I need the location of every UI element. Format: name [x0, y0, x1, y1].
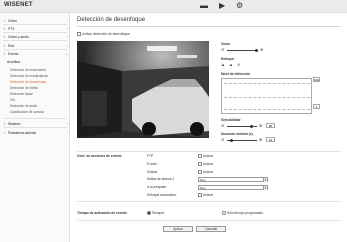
zoom-slider-handle[interactable] [255, 48, 258, 52]
sensitivity-value[interactable]: 80 [266, 123, 275, 128]
chevron-down-icon: ▾ [263, 186, 267, 190]
section-divider [77, 201, 341, 202]
focus-far-icon[interactable]: ▲ [229, 62, 233, 67]
enable-checkbox[interactable] [77, 32, 81, 36]
zoom-label: Zoom [221, 42, 230, 46]
chevron-right-icon: › [66, 35, 68, 39]
sidebar-subitem[interactable]: Detección de niebla [10, 86, 38, 90]
sidebar-item-open-platform[interactable]: ▪ Plataforma abierta › [4, 131, 68, 135]
sidebar-subitem[interactable]: Detección de movimiento [10, 68, 46, 72]
divider [3, 24, 67, 25]
video-preview[interactable] [77, 41, 209, 138]
activation-time-label: Tiempo de activación de evento [77, 211, 127, 215]
section-divider [77, 220, 341, 221]
alarm-output-select[interactable]: Des ▾ [198, 177, 268, 182]
ftp-value: Activar [203, 154, 214, 158]
level-bottom-value[interactable]: 0 [313, 104, 320, 109]
chevron-right-icon: › [66, 19, 68, 23]
zoom-out-icon[interactable]: ⊖ [221, 47, 224, 52]
enable-label: Activar detección de desenfoque [82, 32, 130, 36]
email-label: E-mail [147, 162, 157, 166]
divider [3, 127, 67, 128]
duration-minus-icon[interactable]: ⊖ [221, 137, 224, 142]
divider [3, 118, 67, 119]
divider [3, 49, 67, 50]
focus-label: Enfoque [221, 57, 235, 61]
chevron-right-icon: › [66, 122, 68, 126]
ftp-label: FTP [147, 154, 154, 158]
sensitivity-slider-handle[interactable] [250, 124, 253, 128]
zoom-in-icon[interactable]: ⊕ [260, 47, 263, 52]
sidebar-item-network[interactable]: ▪ Red › [4, 44, 68, 48]
chevron-right-icon: › [66, 131, 68, 135]
sidebar-subitem[interactable]: Clasificación de sonidos [10, 110, 44, 114]
zoom-slider[interactable] [227, 50, 257, 51]
alarm-output-label: Salida de alarma 1 [147, 177, 175, 181]
sensitivity-plus-icon[interactable]: ⊕ [259, 123, 262, 128]
sidebar-subitem[interactable]: Detección de manipulación [10, 74, 48, 78]
top-bar: WISENET ▬ ▶ ⚙ [0, 0, 347, 13]
always-label: Siempre [152, 211, 165, 215]
record-value: Activar [203, 170, 214, 174]
focus-auto-icon[interactable]: ✕ [237, 62, 240, 67]
detection-level-graph [221, 78, 312, 114]
level-top-value[interactable]: 100 [313, 77, 320, 82]
record-label: Grabar [147, 170, 158, 174]
sidebar-subheader-analytics[interactable]: Analítica [7, 60, 71, 64]
sidebar-item-video-audio[interactable]: ▪ Vídeo y audio › [4, 35, 68, 39]
chevron-right-icon: › [66, 44, 68, 48]
email-checkbox[interactable] [198, 162, 202, 166]
sidebar: ▪ Vídeo › ▪ PTZ › ▪ Vídeo y audio › ▪ Red › ▪ Eve… [0, 13, 70, 242]
sensitivity-label: Sensibilidad [221, 118, 241, 122]
sidebar-item-ptz[interactable]: ▪ PTZ › [4, 27, 68, 31]
autofocus-label: Enfoque automático [147, 193, 177, 197]
sidebar-item-video[interactable]: ▪ Vídeo › [4, 19, 68, 23]
event-actions-label: Conf. de acciones de evento [77, 154, 122, 158]
monitor-icon[interactable]: ▬ [200, 2, 208, 10]
gear-icon[interactable]: ⚙ [236, 2, 243, 10]
always-radio[interactable] [147, 211, 151, 215]
ftp-checkbox[interactable] [198, 154, 202, 158]
sidebar-subitem[interactable]: Detección de audio [10, 104, 37, 108]
sidebar-subitem[interactable]: Detección facial [10, 92, 33, 96]
detection-level-label: Nivel de detección [221, 72, 250, 76]
duration-slider-handle[interactable] [230, 138, 233, 142]
sidebar-subitem-active[interactable]: Detección de desenfoque [10, 80, 46, 84]
divider [3, 32, 67, 33]
duration-value[interactable]: 10 [266, 137, 275, 142]
chevron-right-icon: › [66, 27, 68, 31]
duration-plus-icon[interactable]: ⊕ [259, 137, 262, 142]
garage-scene-image [77, 41, 209, 138]
chevron-down-icon: ⌄ [65, 52, 68, 56]
title-divider [77, 26, 341, 27]
cancel-button[interactable]: Cancelar [196, 226, 226, 232]
play-icon[interactable]: ▶ [219, 2, 225, 10]
sidebar-item-event[interactable]: ▪ Evento ⌄ [4, 52, 68, 56]
sensitivity-minus-icon[interactable]: ⊖ [221, 123, 224, 128]
duration-label: Duración mínima (s) [221, 132, 253, 136]
sidebar-item-system[interactable]: ▪ Sistema › [4, 122, 68, 126]
section-divider [77, 151, 341, 152]
chevron-down-icon: ▾ [263, 178, 267, 182]
app-logo: WISENET [4, 2, 33, 8]
autofocus-checkbox[interactable] [198, 193, 202, 197]
apply-button[interactable]: Aplicar [163, 226, 193, 232]
main-panel: Detección de desenfoque Activar detecció… [71, 13, 347, 242]
record-checkbox[interactable] [198, 170, 202, 174]
page-title: Detección de desenfoque [77, 17, 146, 23]
scheduled-label: Sólo tiempo programado [227, 211, 264, 215]
sidebar-subitem[interactable]: IVA [10, 98, 15, 102]
divider [3, 40, 67, 41]
scheduled-radio[interactable] [222, 211, 226, 215]
autofocus-value: Activar [203, 193, 214, 197]
goto-preset-select[interactable]: Des ▾ [198, 185, 268, 190]
goto-preset-label: Ir a preajuste [147, 185, 167, 189]
focus-near-icon[interactable]: ▲ [221, 62, 225, 67]
email-value: Activar [203, 162, 214, 166]
